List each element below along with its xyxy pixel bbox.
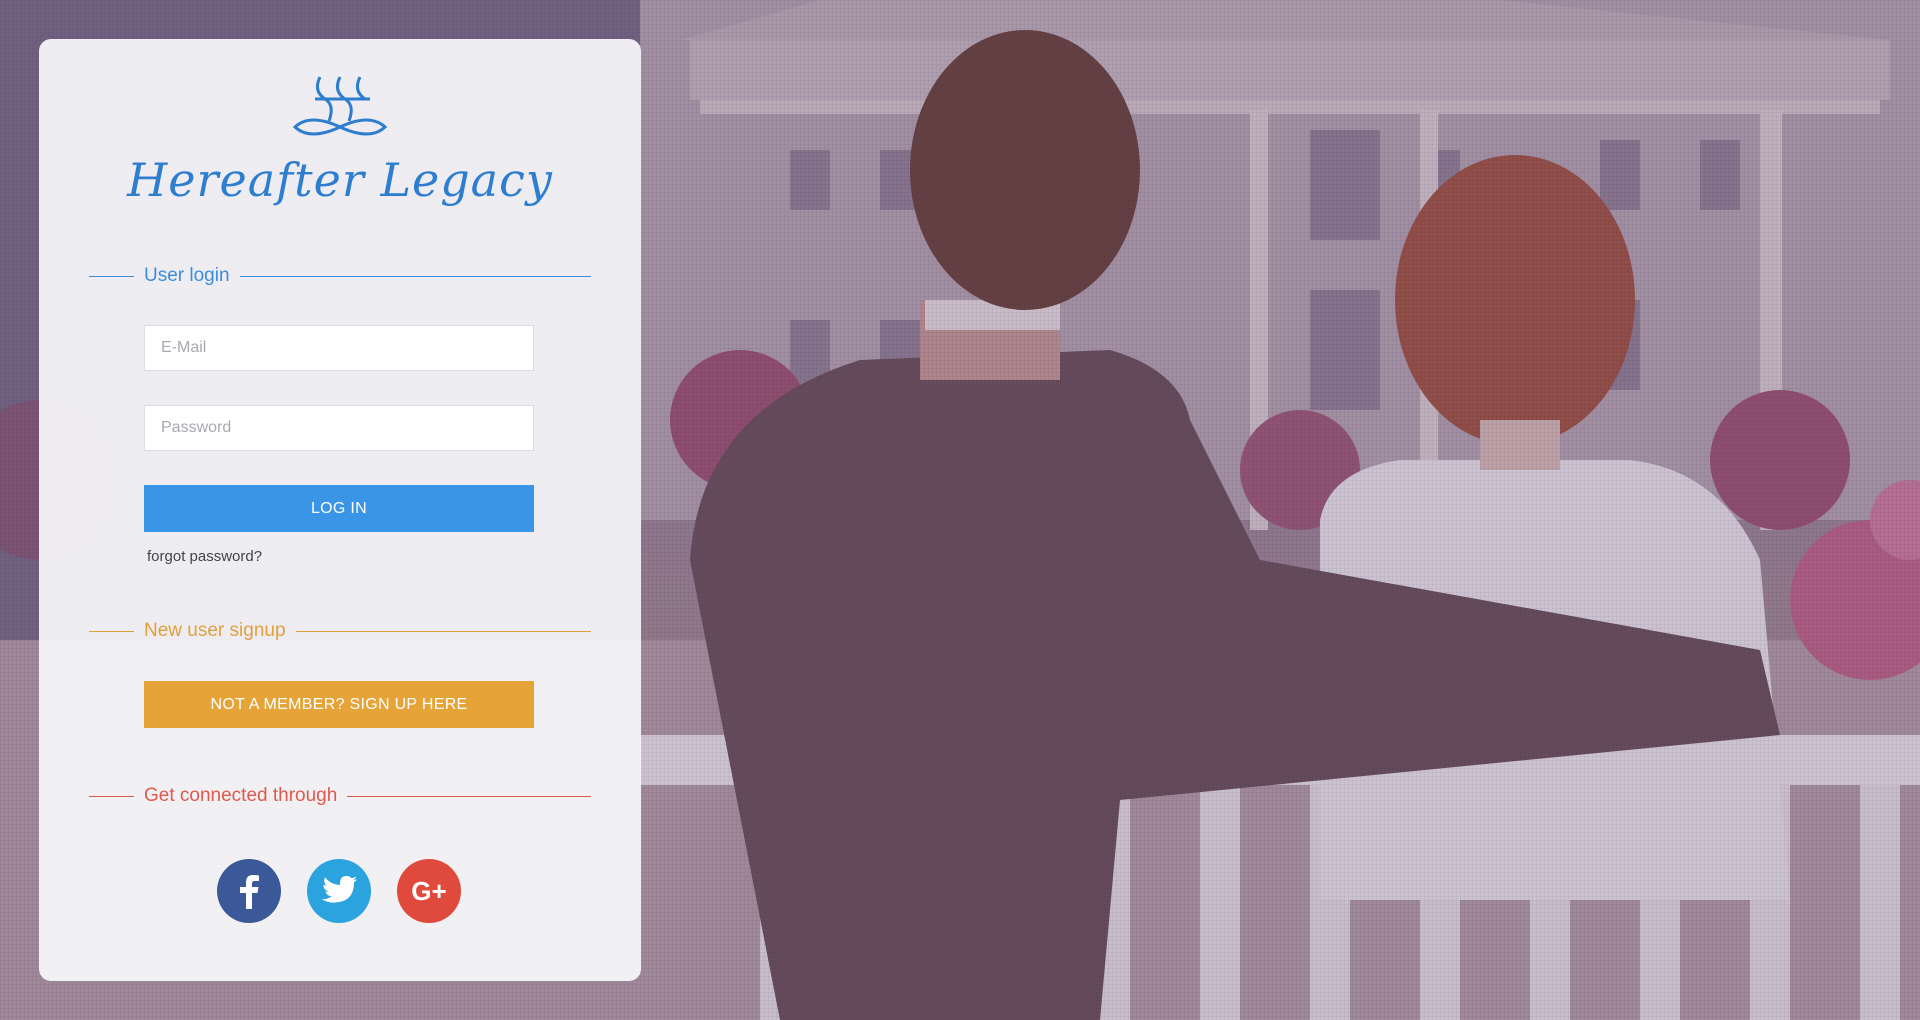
login-section-label: User login [144, 265, 230, 286]
login-section-header: User login [89, 264, 591, 288]
login-button[interactable]: LOG IN [144, 485, 534, 532]
signup-section-header: New user signup [89, 619, 591, 643]
divider-line [239, 275, 591, 277]
divider-line [89, 630, 134, 632]
divider-line [295, 630, 591, 632]
login-card: Hereafter Legacy User login LOG IN forgo… [39, 39, 641, 981]
social-section-label: Get connected through [144, 785, 338, 806]
divider-line [89, 795, 134, 797]
signup-section-label: New user signup [144, 620, 286, 641]
signup-button[interactable]: NOT A MEMBER? SIGN UP HERE [144, 681, 534, 728]
google-plus-button[interactable]: G+ [397, 859, 461, 923]
brand-name: Hereafter Legacy [127, 153, 553, 207]
social-login-buttons: G+ [217, 859, 461, 923]
password-input[interactable] [144, 405, 534, 451]
google-plus-icon: G+ [411, 875, 447, 906]
facebook-button[interactable] [217, 859, 281, 923]
social-section-header: Get connected through [89, 784, 591, 808]
brand-logo: Hereafter Legacy [39, 69, 641, 207]
interlocked-h-infinity-icon [292, 76, 388, 136]
divider-line [347, 795, 591, 797]
twitter-button[interactable] [307, 859, 371, 923]
email-input[interactable] [144, 325, 534, 371]
facebook-icon [240, 875, 259, 909]
twitter-icon [321, 876, 357, 903]
forgot-password-link[interactable]: forgot password? [147, 548, 262, 565]
divider-line [89, 275, 134, 277]
